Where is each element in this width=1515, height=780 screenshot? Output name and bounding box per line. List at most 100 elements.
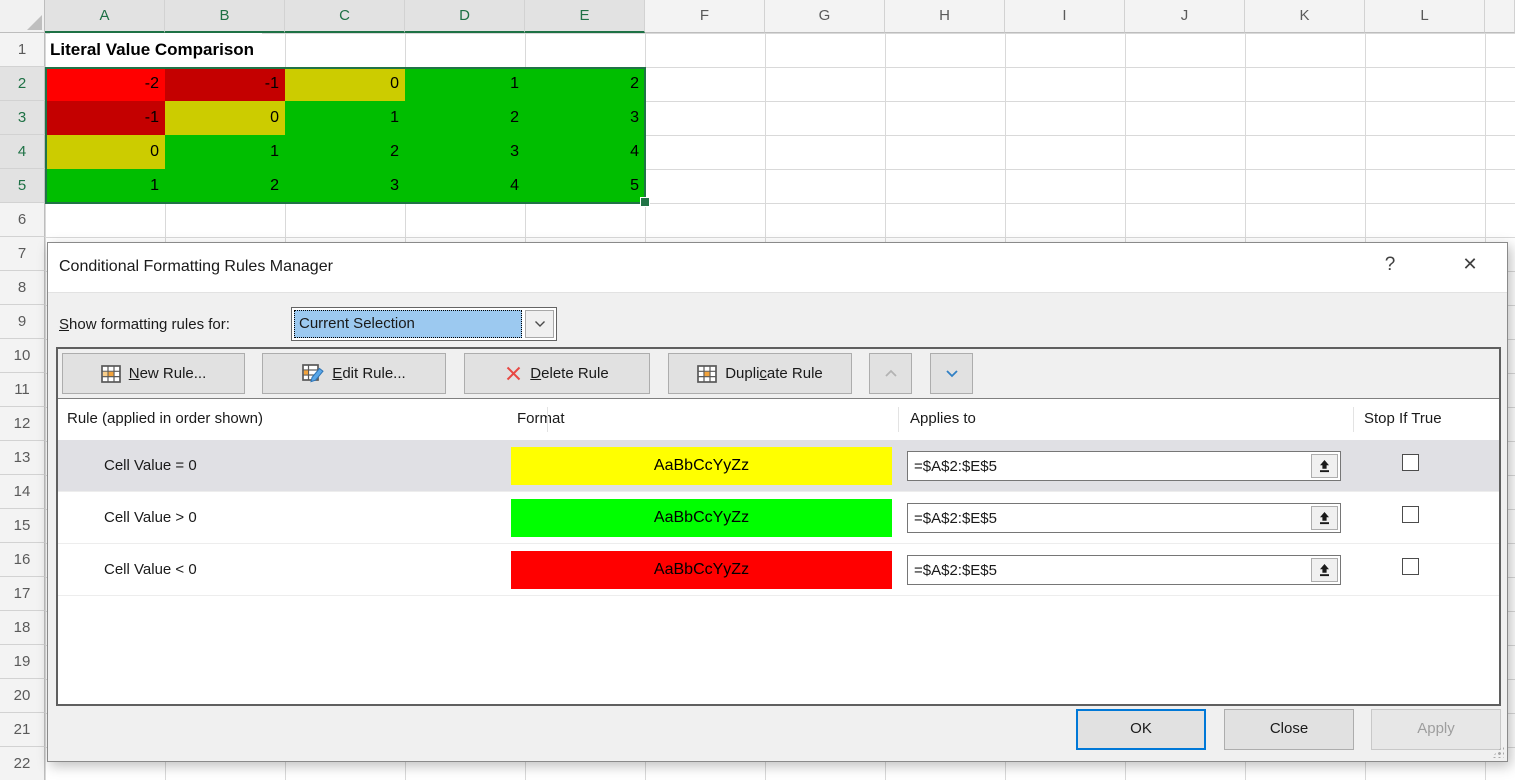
row-header-16[interactable]: 16 bbox=[0, 543, 45, 577]
column-header-A[interactable]: A bbox=[45, 0, 165, 33]
cell-A4[interactable]: 0 bbox=[45, 135, 165, 169]
column-header-F[interactable]: F bbox=[645, 0, 765, 33]
cell-D2[interactable]: 1 bbox=[405, 67, 525, 101]
cell-E3[interactable]: 3 bbox=[525, 101, 645, 135]
row-header-7[interactable]: 7 bbox=[0, 237, 45, 271]
row-header-11[interactable]: 11 bbox=[0, 373, 45, 407]
row-headers: 12345678910111213141516171819202122 bbox=[0, 33, 45, 780]
excel-window: ABCDEFGHIJKL 123456789101112131415161718… bbox=[0, 0, 1515, 780]
cell-C3[interactable]: 1 bbox=[285, 101, 405, 135]
column-header-L[interactable]: L bbox=[1365, 0, 1485, 33]
close-button[interactable]: Close bbox=[1224, 709, 1354, 750]
row-header-4[interactable]: 4 bbox=[0, 135, 45, 169]
rule-condition: Cell Value = 0 bbox=[104, 440, 197, 492]
applies-to-input[interactable]: =$A$2:$E$5 bbox=[907, 555, 1341, 585]
column-header-G[interactable]: G bbox=[765, 0, 885, 33]
row-header-9[interactable]: 9 bbox=[0, 305, 45, 339]
move-rule-down-button[interactable] bbox=[930, 353, 973, 394]
range-picker-button[interactable] bbox=[1311, 454, 1338, 478]
row-header-14[interactable]: 14 bbox=[0, 475, 45, 509]
row-header-3[interactable]: 3 bbox=[0, 101, 45, 135]
cell-B5[interactable]: 2 bbox=[165, 169, 285, 203]
rules-panel: New Rule... Edit Rule... Delete Rule Dup… bbox=[56, 347, 1501, 706]
cell-D3[interactable]: 2 bbox=[405, 101, 525, 135]
column-header-I[interactable]: I bbox=[1005, 0, 1125, 33]
column-header-partial bbox=[1485, 0, 1515, 33]
rule-format-preview: AaBbCcYyZz bbox=[511, 551, 892, 589]
cell-E4[interactable]: 4 bbox=[525, 135, 645, 169]
close-icon[interactable]: ✕ bbox=[1450, 254, 1490, 282]
chevron-down-icon[interactable] bbox=[525, 310, 554, 338]
duplicate-rule-button[interactable]: Duplicate Rule bbox=[668, 353, 852, 394]
cell-A5[interactable]: 1 bbox=[45, 169, 165, 203]
stop-if-true-checkbox[interactable] bbox=[1402, 558, 1419, 575]
red-x-icon bbox=[505, 365, 522, 382]
stop-if-true-checkbox[interactable] bbox=[1402, 454, 1419, 471]
row-header-8[interactable]: 8 bbox=[0, 271, 45, 305]
row-header-2[interactable]: 2 bbox=[0, 67, 45, 101]
range-picker-button[interactable] bbox=[1311, 506, 1338, 530]
column-header-C[interactable]: C bbox=[285, 0, 405, 33]
row-header-19[interactable]: 19 bbox=[0, 645, 45, 679]
rule-row-cell-value-lt-0[interactable]: Cell Value < 0 AaBbCcYyZz =$A$2:$E$5 bbox=[58, 544, 1499, 596]
cell-E2[interactable]: 2 bbox=[525, 67, 645, 101]
row-header-6[interactable]: 6 bbox=[0, 203, 45, 237]
cell-B2[interactable]: -1 bbox=[165, 67, 285, 101]
rule-condition: Cell Value > 0 bbox=[104, 492, 197, 544]
scope-dropdown-value: Current Selection bbox=[294, 310, 522, 338]
row-header-5[interactable]: 5 bbox=[0, 169, 45, 203]
row-header-17[interactable]: 17 bbox=[0, 577, 45, 611]
column-header-H[interactable]: H bbox=[885, 0, 1005, 33]
row-header-12[interactable]: 12 bbox=[0, 407, 45, 441]
cell-A1[interactable]: Literal Value Comparison bbox=[50, 33, 262, 67]
cell-B3[interactable]: 0 bbox=[165, 101, 285, 135]
new-rule-button[interactable]: New Rule... bbox=[62, 353, 245, 394]
cell-D5[interactable]: 4 bbox=[405, 169, 525, 203]
cell-A3[interactable]: -1 bbox=[45, 101, 165, 135]
column-header-K[interactable]: K bbox=[1245, 0, 1365, 33]
column-header-E[interactable]: E bbox=[525, 0, 645, 33]
row-header-15[interactable]: 15 bbox=[0, 509, 45, 543]
rule-row-cell-value-gt-0[interactable]: Cell Value > 0 AaBbCcYyZz =$A$2:$E$5 bbox=[58, 492, 1499, 544]
delete-rule-button[interactable]: Delete Rule bbox=[464, 353, 650, 394]
header-divider bbox=[1353, 407, 1354, 432]
rule-format-preview: AaBbCcYyZz bbox=[511, 499, 892, 537]
apply-button[interactable]: Apply bbox=[1371, 709, 1501, 750]
cell-D4[interactable]: 3 bbox=[405, 135, 525, 169]
select-all-corner[interactable] bbox=[0, 0, 45, 33]
help-icon[interactable]: ? bbox=[1373, 254, 1407, 282]
rule-row-cell-value-eq-0[interactable]: Cell Value = 0 AaBbCcYyZz =$A$2:$E$5 bbox=[58, 440, 1499, 492]
cell-B4[interactable]: 1 bbox=[165, 135, 285, 169]
applies-to-input[interactable]: =$A$2:$E$5 bbox=[907, 503, 1341, 533]
scope-dropdown[interactable]: Current Selection bbox=[291, 307, 557, 341]
table-icon bbox=[101, 365, 121, 383]
column-header-D[interactable]: D bbox=[405, 0, 525, 33]
cell-C5[interactable]: 3 bbox=[285, 169, 405, 203]
cell-A2[interactable]: -2 bbox=[45, 67, 165, 101]
edit-rule-button[interactable]: Edit Rule... bbox=[262, 353, 446, 394]
applies-to-input[interactable]: =$A$2:$E$5 bbox=[907, 451, 1341, 481]
applies-to-value: =$A$2:$E$5 bbox=[908, 562, 1311, 579]
row-header-22[interactable]: 22 bbox=[0, 747, 45, 780]
column-header-J[interactable]: J bbox=[1125, 0, 1245, 33]
row-header-21[interactable]: 21 bbox=[0, 713, 45, 747]
cell-C4[interactable]: 2 bbox=[285, 135, 405, 169]
stop-if-true-checkbox[interactable] bbox=[1402, 506, 1419, 523]
move-rule-up-button[interactable] bbox=[869, 353, 912, 394]
row-header-10[interactable]: 10 bbox=[0, 339, 45, 373]
rule-rows: Cell Value = 0 AaBbCcYyZz =$A$2:$E$5 Cel… bbox=[58, 440, 1499, 596]
column-header-B[interactable]: B bbox=[165, 0, 285, 33]
cell-C2[interactable]: 0 bbox=[285, 67, 405, 101]
delete-rule-label: Delete Rule bbox=[530, 365, 608, 382]
header-rule: Rule (applied in order shown) bbox=[67, 410, 263, 427]
row-header-20[interactable]: 20 bbox=[0, 679, 45, 713]
edit-rule-label: Edit Rule... bbox=[332, 365, 405, 382]
ok-button[interactable]: OK bbox=[1076, 709, 1206, 750]
cell-E5[interactable]: 5 bbox=[525, 169, 645, 203]
row-header-18[interactable]: 18 bbox=[0, 611, 45, 645]
chevron-up-icon bbox=[884, 369, 898, 378]
row-header-1[interactable]: 1 bbox=[0, 33, 45, 67]
row-header-13[interactable]: 13 bbox=[0, 441, 45, 475]
range-picker-button[interactable] bbox=[1311, 558, 1338, 582]
fill-handle[interactable] bbox=[640, 197, 650, 207]
